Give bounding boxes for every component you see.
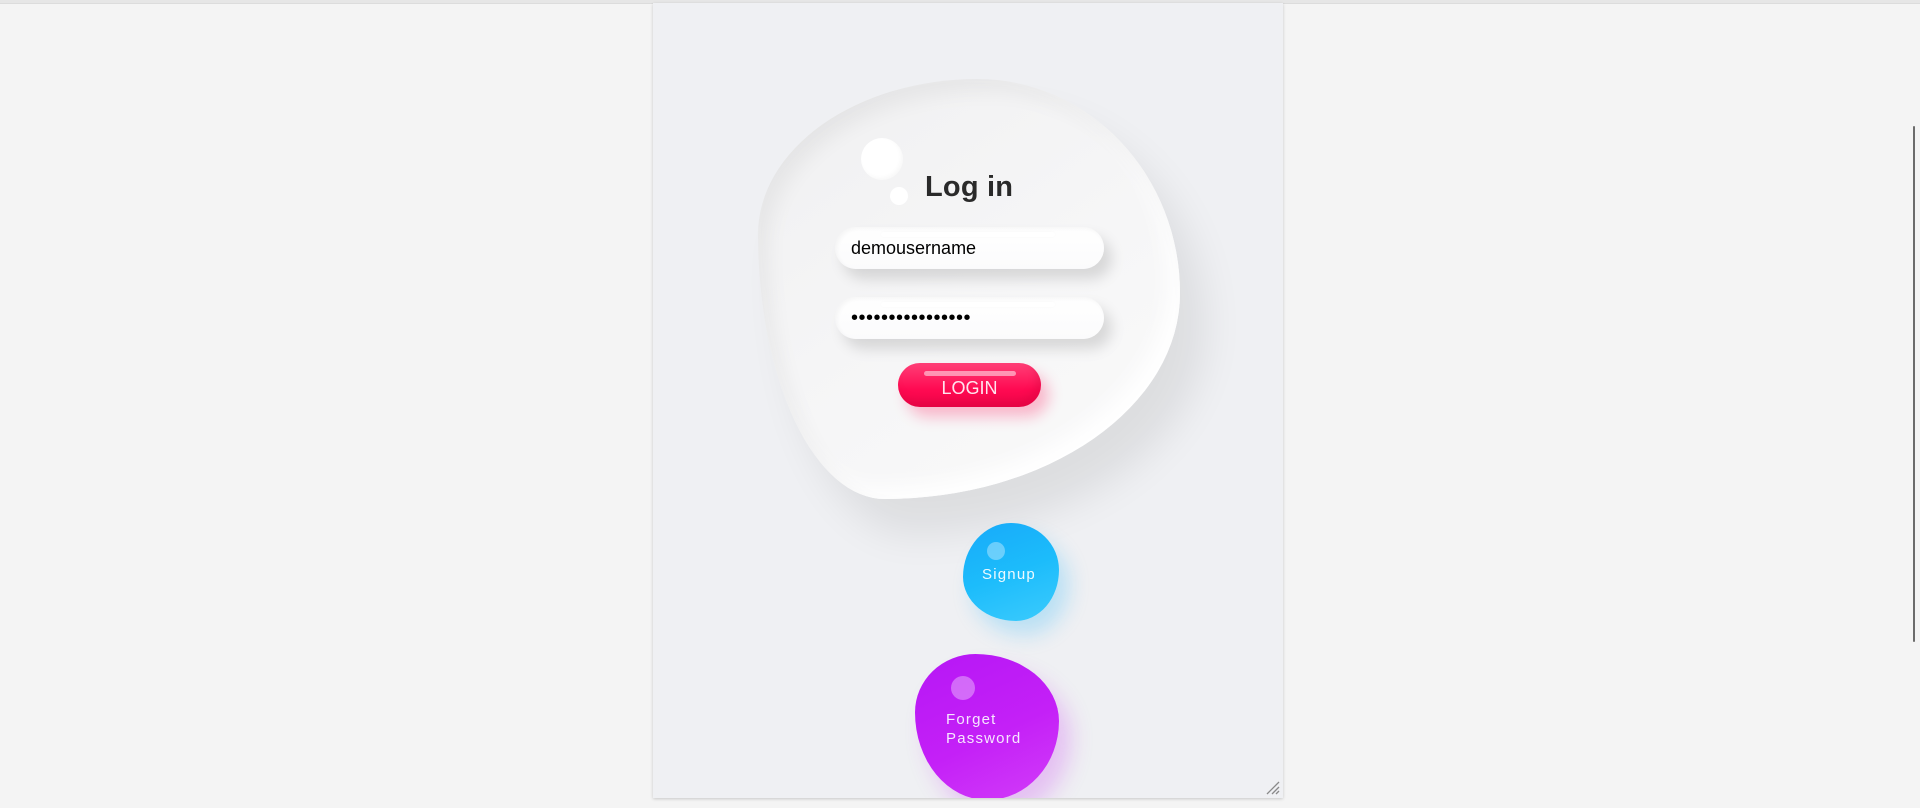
signup-decor-dot — [987, 542, 1005, 560]
password-input[interactable] — [851, 297, 1091, 339]
forget-decor-dot — [951, 676, 975, 700]
forget-label-line1: Forget — [946, 711, 997, 728]
signup-label: Signup — [982, 566, 1036, 583]
forget-label-line2: Password — [946, 730, 1022, 747]
resize-grip-icon[interactable] — [1264, 779, 1280, 795]
forget-password-button[interactable]: Forget Password — [915, 654, 1059, 798]
forget-password-label: Forget Password — [946, 710, 1046, 748]
login-button[interactable]: LOGIN — [898, 363, 1041, 407]
signup-button[interactable]: Signup — [963, 523, 1059, 621]
decor-bubble-small — [890, 187, 908, 205]
login-card-blob — [758, 79, 1180, 499]
password-field[interactable] — [835, 297, 1104, 339]
username-input[interactable] — [851, 227, 1091, 269]
username-field[interactable] — [835, 227, 1104, 269]
login-button-label: LOGIN — [941, 377, 998, 398]
vertical-scrollbar[interactable] — [1913, 126, 1915, 642]
login-panel: Log in LOGIN Signup Forget Password — [653, 3, 1283, 798]
page-title: Log in — [925, 171, 1014, 203]
decor-bubble-large — [861, 138, 903, 180]
button-highlight — [924, 371, 1016, 376]
